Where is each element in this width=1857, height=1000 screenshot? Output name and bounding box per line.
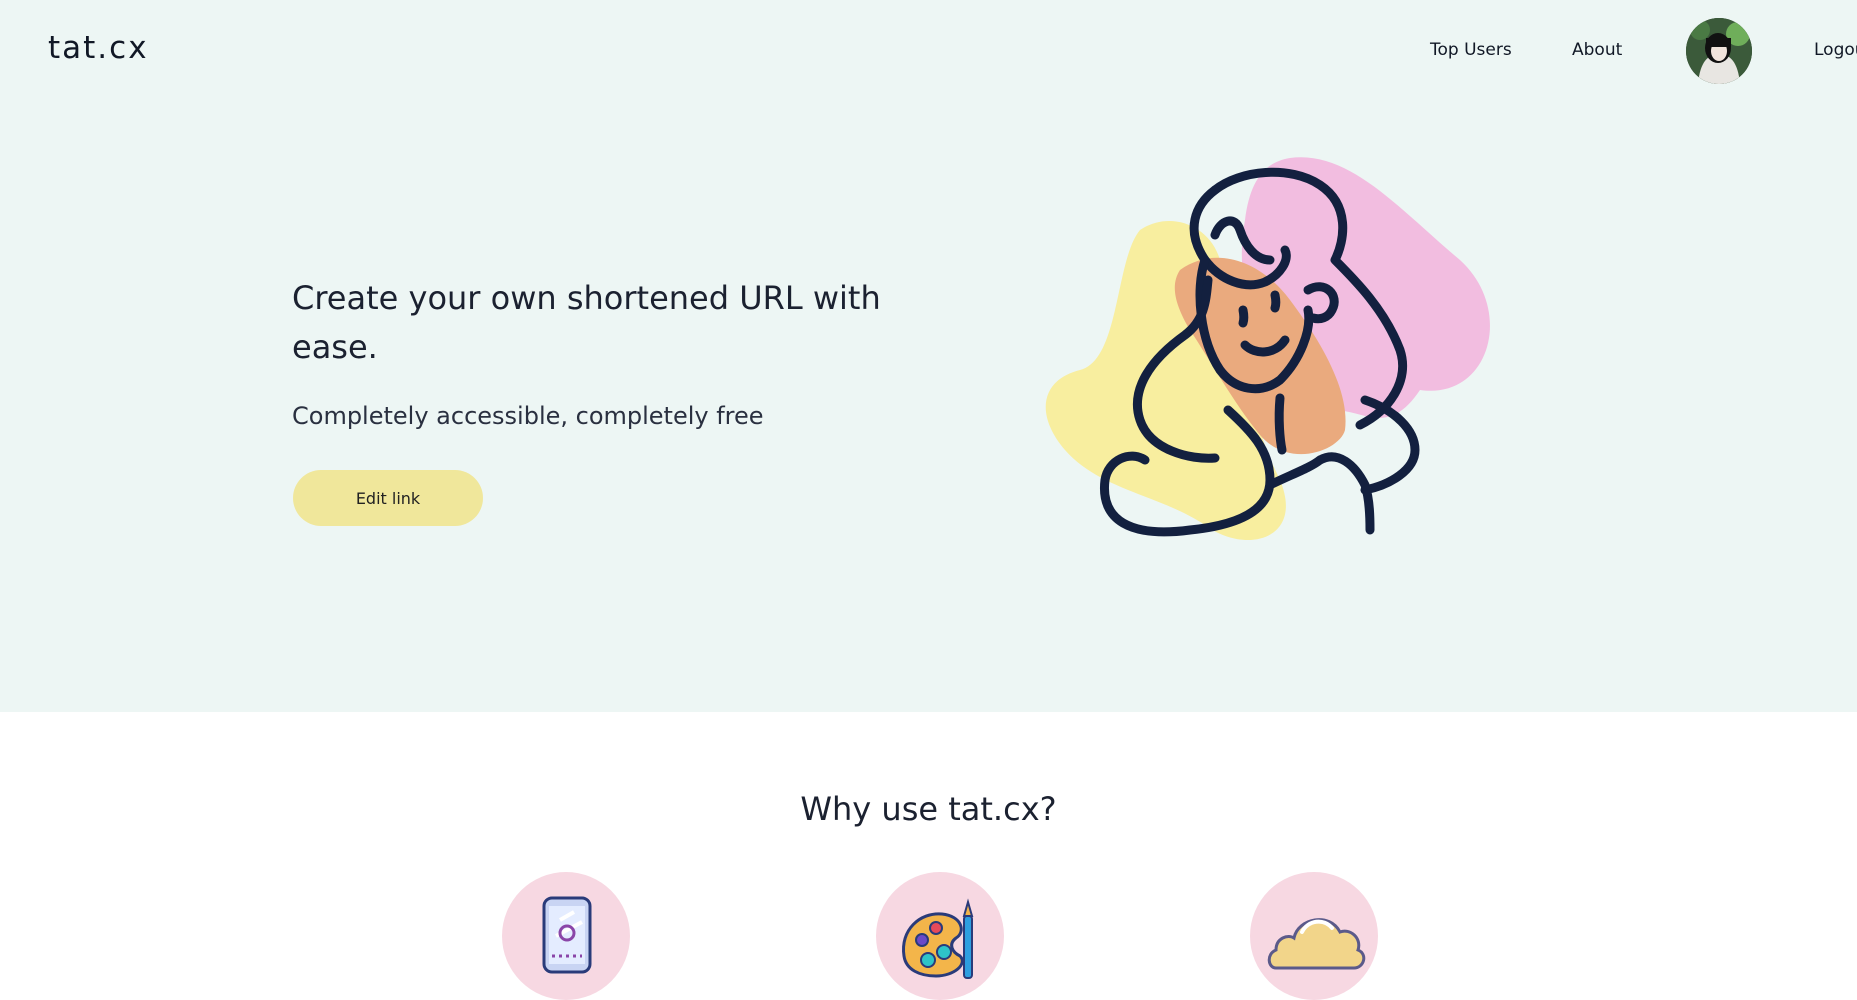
feature-phone bbox=[502, 872, 630, 1000]
user-avatar[interactable] bbox=[1686, 18, 1752, 84]
cloud-icon bbox=[1267, 918, 1366, 970]
edit-link-button[interactable]: Edit link bbox=[293, 470, 483, 526]
woman-illustration bbox=[1045, 157, 1490, 540]
site-logo[interactable]: tat.cx bbox=[48, 30, 149, 66]
hero-section: tat.cx Top Users About Logout Create you… bbox=[0, 0, 1857, 712]
palette-icon bbox=[902, 898, 974, 979]
avatar-image bbox=[1686, 18, 1752, 84]
nav-about-link[interactable]: About bbox=[1572, 40, 1622, 60]
feature-palette bbox=[876, 872, 1004, 1000]
why-use-heading: Why use tat.cx? bbox=[800, 790, 1057, 828]
hero-headline: Create your own shortened URL with ease. bbox=[292, 279, 881, 366]
nav-logout-link[interactable]: Logout bbox=[1814, 40, 1857, 60]
nav-top-users-link[interactable]: Top Users bbox=[1430, 40, 1512, 60]
phone-icon bbox=[542, 896, 592, 974]
feature-cloud bbox=[1250, 872, 1378, 1000]
hero-subline: Completely accessible, completely free bbox=[292, 402, 764, 430]
